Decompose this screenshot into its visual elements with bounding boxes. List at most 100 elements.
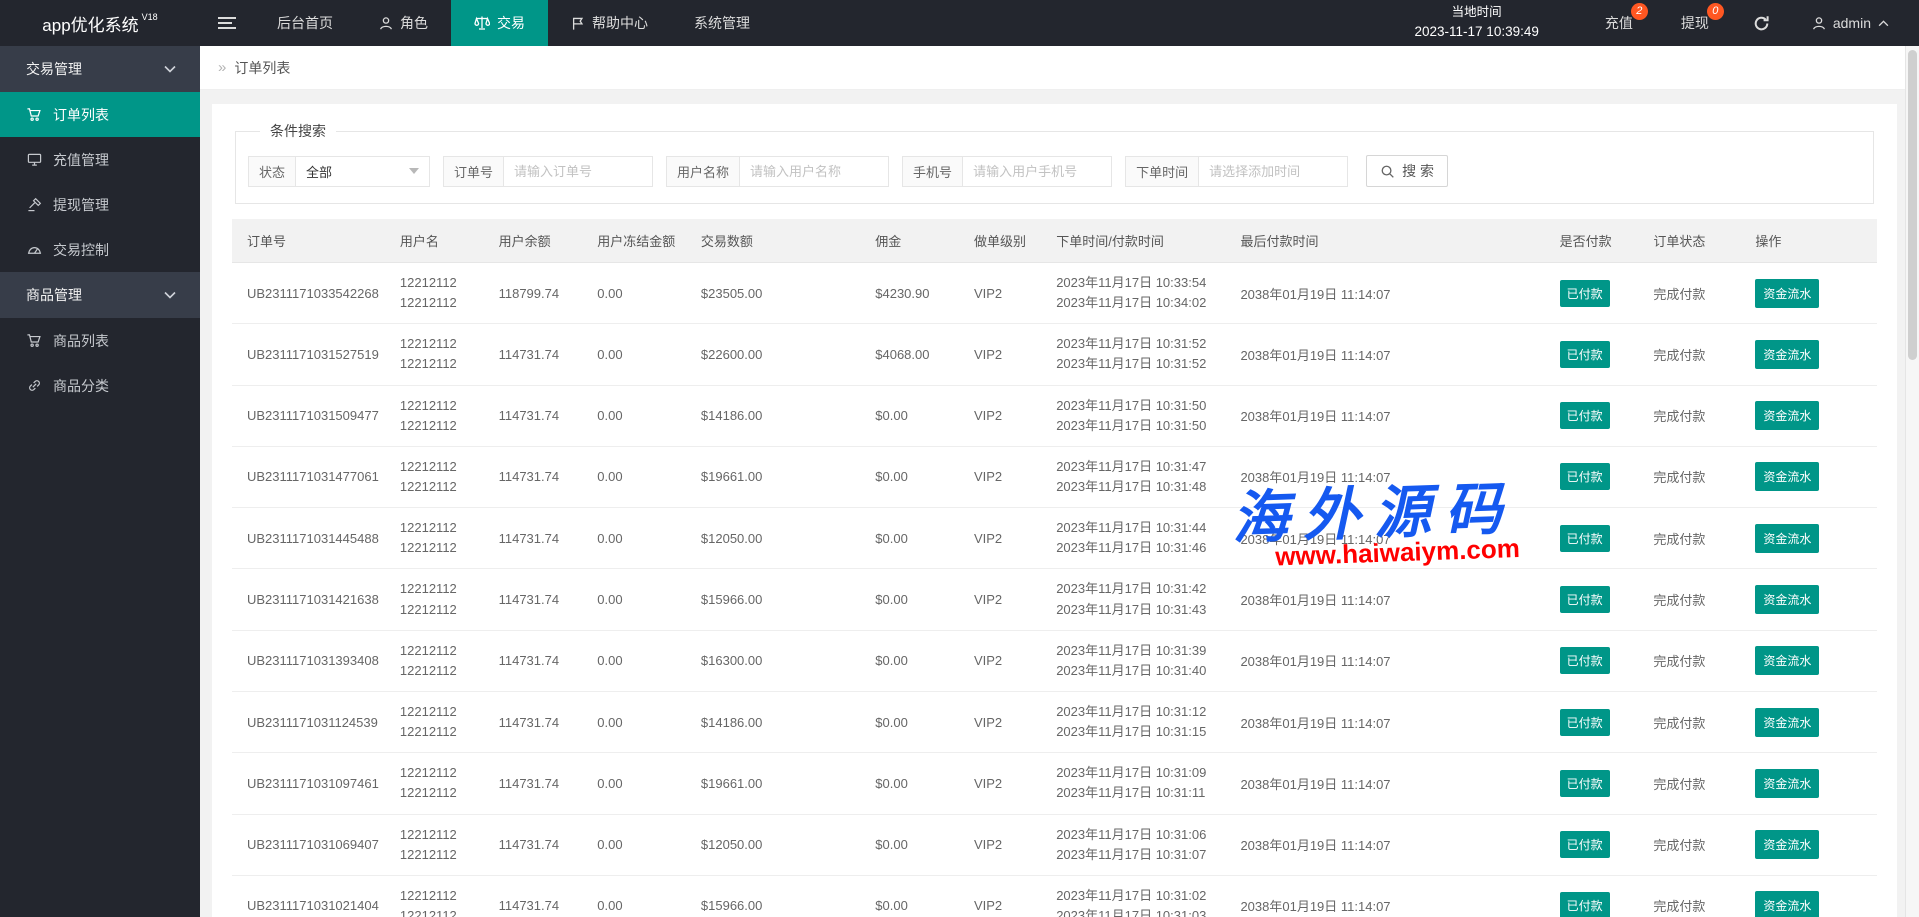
chevron-down-icon	[164, 291, 176, 299]
nav-item-trade[interactable]: 交易	[451, 0, 548, 46]
fund-flow-button[interactable]: 资金流水	[1755, 401, 1819, 430]
cell-amount: $12050.00	[691, 508, 865, 569]
cell-frozen: 0.00	[587, 508, 691, 569]
fund-flow-button[interactable]: 资金流水	[1755, 462, 1819, 491]
fund-flow-button[interactable]: 资金流水	[1755, 646, 1819, 675]
fund-flow-button[interactable]: 资金流水	[1755, 524, 1819, 553]
cell-status: 完成付款	[1643, 324, 1745, 385]
sidebar-item-recharge-mgmt[interactable]: 充值管理	[0, 137, 200, 182]
sidebar-item-trade-control[interactable]: 交易控制	[0, 227, 200, 272]
fund-flow-button[interactable]: 资金流水	[1755, 891, 1819, 917]
recharge-link[interactable]: 充值 2	[1605, 13, 1633, 33]
cell-actions: 资金流水	[1745, 569, 1877, 630]
cell-status: 完成付款	[1643, 385, 1745, 446]
top-bar: app优化系统 V18 后台首页 角色 交易 帮助中心	[0, 0, 1919, 46]
sidebar-item-goods-category[interactable]: 商品分类	[0, 363, 200, 408]
cell-order-time: 2023年11月17日 10:31:472023年11月17日 10:31:48	[1046, 446, 1230, 507]
cell-level: VIP2	[964, 691, 1046, 752]
search-button[interactable]: 搜 索	[1366, 155, 1448, 187]
cell-actions: 资金流水	[1745, 385, 1877, 446]
cell-username: 1221211212212112	[390, 630, 489, 691]
table-row: UB2311171031445488 1221211212212112 1147…	[232, 508, 1877, 569]
status-select[interactable]: 全部	[295, 156, 430, 187]
flag-icon	[571, 16, 585, 31]
cell-commission: $4230.90	[865, 263, 964, 324]
fund-flow-button[interactable]: 资金流水	[1755, 769, 1819, 798]
cell-order-time: 2023年11月17日 10:31:502023年11月17日 10:31:50	[1046, 385, 1230, 446]
content-area: 条件搜索 状态 全部 订单号 用户名称	[200, 90, 1919, 917]
recharge-count-badge: 2	[1631, 3, 1648, 20]
sidebar-item-withdraw-mgmt[interactable]: 提现管理	[0, 182, 200, 227]
nav-item-home[interactable]: 后台首页	[254, 0, 356, 46]
username: admin	[1833, 15, 1871, 31]
order-time-input[interactable]	[1198, 156, 1348, 187]
cell-frozen: 0.00	[587, 385, 691, 446]
cell-status: 完成付款	[1643, 875, 1745, 917]
cell-username: 1221211212212112	[390, 508, 489, 569]
cell-commission: $0.00	[865, 630, 964, 691]
cell-amount: $14186.00	[691, 385, 865, 446]
cell-level: VIP2	[964, 753, 1046, 814]
phone-input[interactable]	[962, 156, 1112, 187]
cell-order-time: 2023年11月17日 10:31:022023年11月17日 10:31:03	[1046, 875, 1230, 917]
fund-flow-button[interactable]: 资金流水	[1755, 340, 1819, 369]
breadcrumb: » 订单列表	[200, 46, 1919, 90]
fund-flow-button[interactable]: 资金流水	[1755, 279, 1819, 308]
fund-flow-button[interactable]: 资金流水	[1755, 585, 1819, 614]
nav-item-help[interactable]: 帮助中心	[548, 0, 671, 46]
nav-item-system[interactable]: 系统管理	[671, 0, 773, 46]
fund-flow-button[interactable]: 资金流水	[1755, 830, 1819, 859]
cell-username: 1221211212212112	[390, 446, 489, 507]
user-menu[interactable]: admin	[1812, 15, 1889, 31]
main-area: » 订单列表 条件搜索 状态 全部 订单号	[200, 46, 1919, 917]
col-last-pay-time: 最后付款时间	[1230, 219, 1549, 263]
cell-paid: 已付款	[1550, 569, 1644, 630]
table-row: UB2311171031124539 1221211212212112 1147…	[232, 691, 1877, 752]
cell-order-no: UB2311171031527519	[232, 324, 390, 385]
order-no-input[interactable]	[503, 156, 653, 187]
nav-item-role[interactable]: 角色	[356, 0, 451, 46]
paid-badge: 已付款	[1560, 402, 1610, 429]
scrollbar-thumb[interactable]	[1908, 50, 1917, 360]
cell-commission: $0.00	[865, 875, 964, 917]
cell-order-no: UB2311171031477061	[232, 446, 390, 507]
cell-last-pay-time: 2038年01月19日 11:14:07	[1230, 814, 1549, 875]
sidebar-toggle-button[interactable]	[200, 0, 254, 46]
username-input[interactable]	[739, 156, 889, 187]
cell-last-pay-time: 2038年01月19日 11:14:07	[1230, 508, 1549, 569]
sidebar-item-goods-list[interactable]: 商品列表	[0, 318, 200, 363]
page-scrollbar[interactable]	[1905, 46, 1919, 917]
paid-badge: 已付款	[1560, 709, 1610, 736]
monitor-icon	[26, 152, 42, 167]
phone-filter: 手机号	[902, 156, 1112, 187]
cell-paid: 已付款	[1550, 753, 1644, 814]
table-row: UB2311171031069407 1221211212212112 1147…	[232, 814, 1877, 875]
cell-paid: 已付款	[1550, 446, 1644, 507]
cell-order-no: UB2311171031421638	[232, 569, 390, 630]
double-arrow-icon: »	[218, 59, 226, 76]
table-row: UB2311171031509477 1221211212212112 1147…	[232, 385, 1877, 446]
table-row: UB2311171031421638 1221211212212112 1147…	[232, 569, 1877, 630]
cell-order-time: 2023年11月17日 10:31:062023年11月17日 10:31:07	[1046, 814, 1230, 875]
cell-status: 完成付款	[1643, 446, 1745, 507]
sidebar-item-order-list[interactable]: 订单列表	[0, 92, 200, 137]
sidebar-group-goods[interactable]: 商品管理	[0, 272, 200, 318]
fund-flow-button[interactable]: 资金流水	[1755, 708, 1819, 737]
cell-actions: 资金流水	[1745, 630, 1877, 691]
chevron-up-icon	[1878, 20, 1889, 27]
cell-actions: 资金流水	[1745, 508, 1877, 569]
cell-paid: 已付款	[1550, 630, 1644, 691]
cell-balance: 114731.74	[489, 875, 588, 917]
cell-amount: $15966.00	[691, 875, 865, 917]
sidebar-group-trade[interactable]: 交易管理	[0, 46, 200, 92]
withdraw-link[interactable]: 提现 0	[1681, 13, 1709, 33]
app-logo: app优化系统 V18	[0, 0, 200, 46]
cell-balance: 114731.74	[489, 753, 588, 814]
cell-actions: 资金流水	[1745, 446, 1877, 507]
cell-level: VIP2	[964, 446, 1046, 507]
refresh-button[interactable]	[1753, 15, 1770, 32]
cell-amount: $23505.00	[691, 263, 865, 324]
col-username: 用户名	[390, 219, 489, 263]
col-frozen: 用户冻结金额	[587, 219, 691, 263]
cell-username: 1221211212212112	[390, 875, 489, 917]
